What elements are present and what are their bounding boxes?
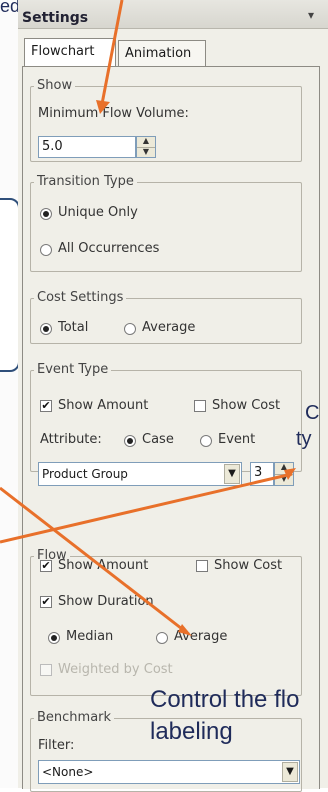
flow-callout-line2: labeling (150, 718, 233, 745)
event-callout-line1: C (305, 402, 320, 424)
arrow-head (284, 468, 296, 480)
arrow-line (0, 486, 187, 634)
arrow-line (100, 0, 124, 105)
annotation-arrows (0, 0, 296, 636)
event-callout-line2: ty (296, 428, 312, 450)
flow-callout-line1: Control the flo (150, 686, 300, 713)
arrow-line (0, 472, 293, 544)
arrow-head (96, 100, 110, 114)
